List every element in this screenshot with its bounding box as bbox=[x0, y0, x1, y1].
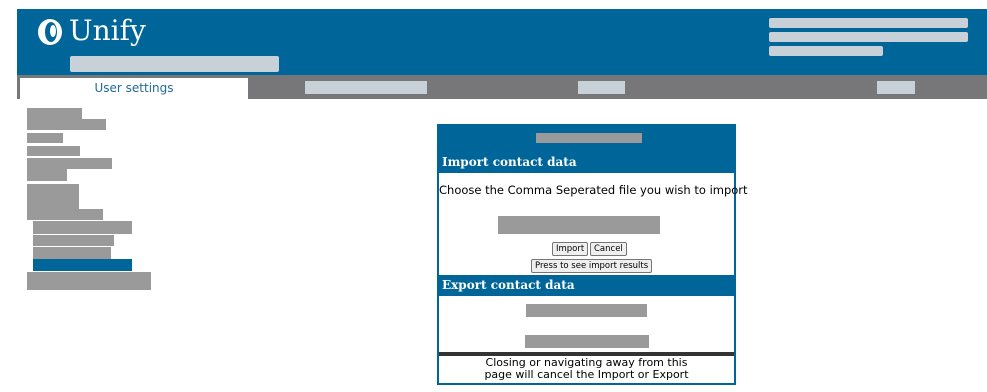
header-info-line-1 bbox=[769, 18, 968, 28]
dialog-title-placeholder bbox=[536, 133, 642, 143]
header-info-line-3 bbox=[769, 46, 883, 56]
header-info-line-2 bbox=[769, 32, 968, 42]
export-section-header: Export contact data bbox=[439, 275, 734, 296]
menu-item[interactable] bbox=[27, 169, 67, 181]
menu-item[interactable] bbox=[27, 158, 112, 169]
import-section-header: Import contact data bbox=[439, 152, 734, 173]
tab-placeholder-2[interactable] bbox=[305, 81, 427, 94]
submenu-item[interactable] bbox=[33, 247, 111, 259]
menu-item[interactable] bbox=[27, 272, 151, 290]
main-nav: User settings bbox=[17, 75, 987, 99]
unify-logo-icon bbox=[38, 19, 62, 45]
app-logo-text: Unify bbox=[69, 14, 146, 47]
menu-item[interactable] bbox=[27, 197, 79, 209]
export-link-placeholder-2[interactable] bbox=[525, 335, 649, 348]
tab-placeholder-3[interactable] bbox=[578, 81, 625, 94]
file-input-placeholder[interactable] bbox=[498, 216, 660, 234]
import-button[interactable]: Import bbox=[552, 242, 589, 256]
submenu-item-active[interactable] bbox=[33, 259, 132, 271]
dialog-title-bar bbox=[439, 126, 734, 152]
submenu-item[interactable] bbox=[33, 235, 114, 246]
menu-item[interactable] bbox=[27, 184, 79, 197]
import-prompt: Choose the Comma Seperated file you wish… bbox=[439, 183, 748, 197]
menu-item[interactable] bbox=[27, 209, 103, 220]
submenu-item[interactable] bbox=[33, 221, 132, 234]
dialog-footer-note: Closing or navigating away from this pag… bbox=[439, 357, 734, 381]
app-header: Unify bbox=[17, 9, 987, 75]
cancel-button[interactable]: Cancel bbox=[590, 242, 627, 256]
import-export-dialog: Import contact data Choose the Comma Sep… bbox=[437, 124, 748, 385]
menu-item[interactable] bbox=[27, 108, 82, 119]
menu-item[interactable] bbox=[27, 119, 106, 130]
menu-item[interactable] bbox=[27, 146, 80, 156]
tab-placeholder-4[interactable] bbox=[877, 81, 915, 94]
header-subtitle-placeholder bbox=[70, 56, 279, 72]
footer-line-2: page will cancel the Import or Export bbox=[484, 368, 689, 381]
tab-user-settings[interactable]: User settings bbox=[20, 78, 248, 99]
import-results-button[interactable]: Press to see import results bbox=[531, 259, 653, 273]
menu-item[interactable] bbox=[27, 133, 63, 143]
export-link-placeholder-1[interactable] bbox=[526, 304, 647, 317]
